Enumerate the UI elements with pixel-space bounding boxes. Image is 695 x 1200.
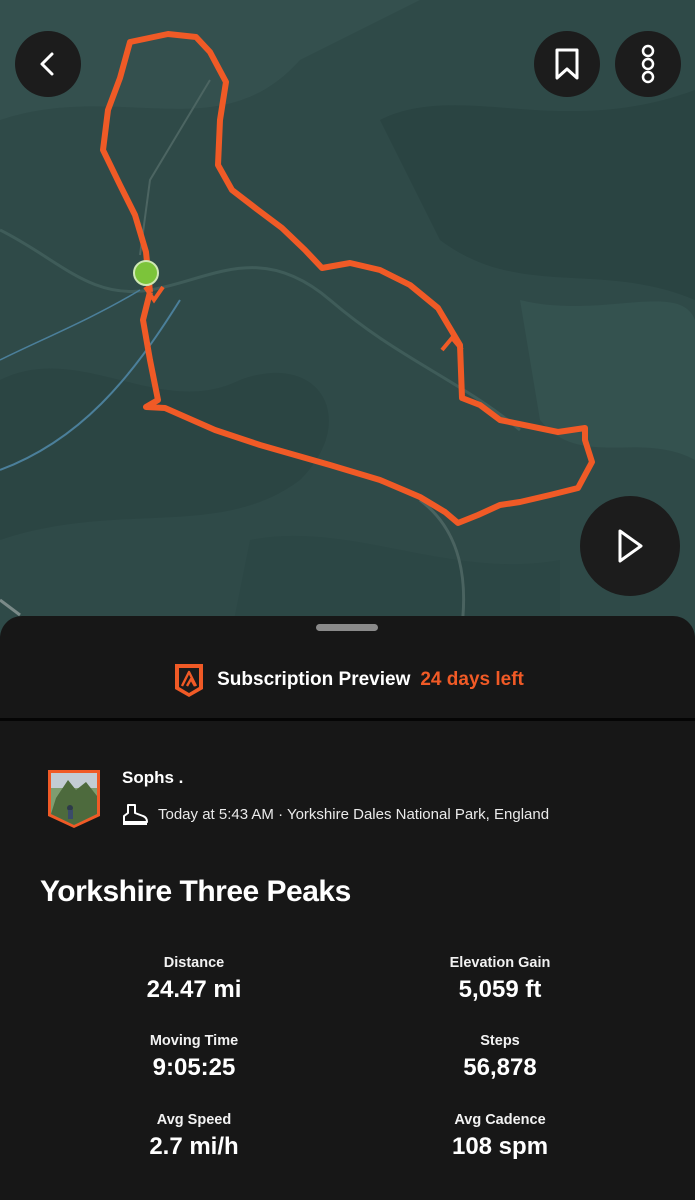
more-vertical-icon	[641, 44, 655, 84]
athlete-avatar[interactable]	[46, 768, 102, 830]
chevron-left-icon	[40, 52, 54, 76]
stat-label: Avg Speed	[156, 1112, 232, 1128]
stat-elevation-gain: Elevation Gain 5,059 ft	[370, 955, 630, 1004]
stat-value: 24.47 mi	[146, 976, 242, 1003]
hiking-boot-icon	[123, 804, 148, 825]
stat-avg-cadence: Avg Cadence 108 spm	[370, 1112, 630, 1161]
stat-value: 9:05:25	[152, 1054, 236, 1081]
play-flyover-button[interactable]	[580, 496, 680, 596]
activity-date-location: Today at 5:43 AM · Yorkshire Dales Natio…	[158, 805, 550, 823]
activity-title: Yorkshire Three Peaks	[40, 875, 351, 908]
stat-moving-time: Moving Time 9:05:25	[64, 1033, 324, 1082]
start-marker	[133, 260, 159, 286]
stat-steps: Steps 56,878	[370, 1033, 630, 1082]
stat-label: Distance	[163, 955, 225, 971]
stat-value: 108 spm	[451, 1133, 549, 1160]
stat-value: 2.7 mi/h	[149, 1133, 239, 1160]
stat-value: 5,059 ft	[458, 976, 542, 1003]
activity-meta: Today at 5:43 AM · Yorkshire Dales Natio…	[122, 803, 549, 825]
route-line	[100, 31, 595, 526]
stat-label: Elevation Gain	[449, 955, 551, 971]
stat-label: Steps	[480, 1033, 520, 1049]
athlete-name[interactable]: Sophs .	[122, 768, 183, 788]
days-left-label: 24 days left	[420, 669, 524, 690]
stat-value: 56,878	[463, 1054, 537, 1081]
more-options-button[interactable]	[615, 31, 681, 97]
back-button[interactable]	[15, 31, 81, 97]
play-icon	[618, 529, 643, 563]
strava-badge-icon	[175, 664, 204, 697]
bookmark-icon	[555, 48, 579, 80]
subscription-label: Subscription Preview	[217, 669, 411, 690]
divider	[0, 718, 695, 721]
stat-distance: Distance 24.47 mi	[64, 955, 324, 1004]
bookmark-button[interactable]	[534, 31, 600, 97]
stat-label: Avg Cadence	[454, 1112, 546, 1128]
stat-avg-speed: Avg Speed 2.7 mi/h	[64, 1112, 324, 1161]
subscription-preview-banner[interactable]: Subscription Preview 24 days left	[0, 640, 695, 720]
sheet-drag-handle[interactable]	[316, 624, 378, 631]
stat-label: Moving Time	[149, 1033, 239, 1049]
